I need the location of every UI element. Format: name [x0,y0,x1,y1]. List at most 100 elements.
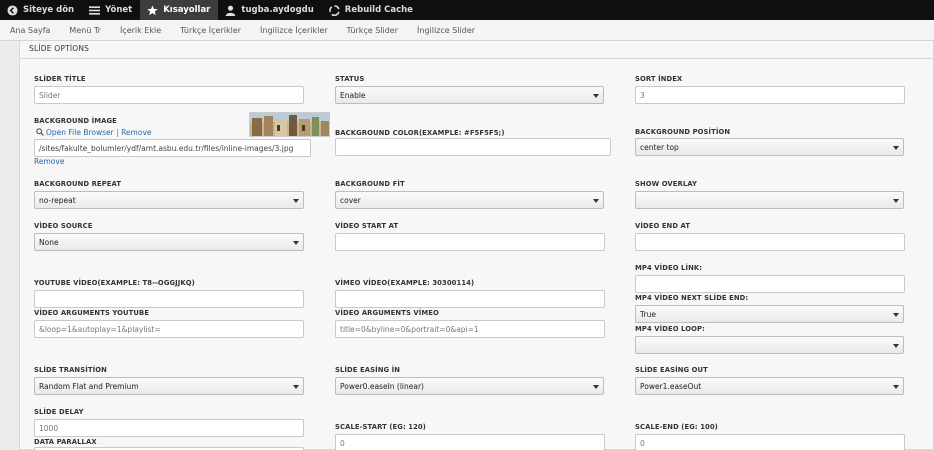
mp4-link-input[interactable] [635,275,905,293]
toolbar-user[interactable]: tugba.aydogdu [218,0,321,20]
toolbar-item-label: Kısayollar [163,5,211,15]
background-repeat-select[interactable]: no-repeat [34,191,304,209]
vimeo-video-input[interactable] [335,290,605,308]
scale-end-label: SCALE-END (EG: 100) [635,423,718,431]
chevron-down-icon [593,385,599,389]
slider-title-label: SLİDER TİTLE [34,75,86,83]
content-area: SLİDE OPTİONS SLİDER TİTLE Slider STATUS… [0,41,934,450]
sort-index-input[interactable]: 3 [635,86,905,104]
status-select[interactable]: Enable [335,86,604,104]
mp4-link-label: MP4 VİDEO LİNK: [635,264,703,272]
shortcut-menu-tr[interactable]: Menü Tr [69,26,101,35]
chevron-down-icon [893,344,899,348]
shortcuts-bar: Ana Sayfa Menü Tr İçerik Ekle Türkçe İçe… [0,20,934,41]
toolbar-manage[interactable]: Yönet [82,0,140,20]
video-end-label: VİDEO END AT [635,222,691,230]
background-position-select[interactable]: center top [635,138,904,156]
open-file-browser-link[interactable]: Open File Browser | Remove [36,128,152,137]
link-separator: | [116,128,119,137]
slider-title-input[interactable]: Slider [34,86,304,104]
youtube-video-input[interactable] [34,290,304,308]
video-args-vimeo-label: VİDEO ARGUMENTS VİMEO [335,309,439,317]
easing-in-select[interactable]: Power0.easeIn (linear) [335,377,604,395]
chevron-down-icon [893,385,899,389]
mp4-loop-label: MP4 VİDEO LOOP: [635,325,705,333]
toolbar-item-label: Rebuild Cache [344,5,413,15]
shortcut-home[interactable]: Ana Sayfa [10,26,50,35]
youtube-video-label: YOUTUBE VİDEO(EXAMPLE: T8--OGGJJKQ) [34,279,195,287]
magnifier-icon [36,128,44,136]
slide-delay-input[interactable]: 1000 [34,419,304,437]
admin-toolbar: Siteye dön Yönet Kısayollar tugba.aydogd… [0,0,934,20]
sort-index-label: SORT İNDEX [635,75,683,83]
shortcut-turkish-slider[interactable]: Türkçe Slider [347,26,398,35]
show-overlay-select[interactable] [635,191,904,209]
background-position-value: center top [640,142,679,152]
video-end-input[interactable] [635,233,905,251]
easing-out-label: SLİDE EASİNG OUT [635,366,708,374]
background-fit-select[interactable]: cover [335,191,604,209]
video-source-select[interactable]: None [34,233,304,251]
background-color-input[interactable] [335,138,611,156]
chevron-down-icon [893,199,899,203]
mp4-next-slide-end-value: True [640,309,656,319]
video-source-label: VİDEO SOURCE [34,222,93,230]
background-repeat-value: no-repeat [39,195,76,205]
shortcut-english-content[interactable]: İngilizce İçerikler [260,26,328,35]
scale-start-input[interactable]: 0 [335,434,605,450]
toolbar-shortcuts[interactable]: Kısayollar [140,0,219,20]
recycle-icon [329,4,340,16]
scale-end-input[interactable]: 0 [635,434,905,450]
star-icon [147,4,158,16]
chevron-down-icon [293,199,299,203]
background-repeat-label: BACKGROUND REPEAT [34,180,122,188]
slide-delay-label: SLİDE DELAY [34,408,84,416]
background-image-path-input[interactable]: /sites/fakulte_bolumler/ydf/amt.asbu.edu… [34,139,311,157]
menu-icon [89,5,101,16]
toolbar-item-label: Yönet [105,5,133,15]
shortcut-turkish-content[interactable]: Türkçe İçerikler [180,26,241,35]
open-file-browser-text: Open File Browser [46,128,114,137]
background-image-thumbnail [249,112,330,137]
slide-options-fieldset: SLİDE OPTİONS SLİDER TİTLE Slider STATUS… [19,41,934,450]
mp4-loop-select[interactable] [635,336,904,354]
remove-image-link[interactable]: Remove [34,157,64,166]
chevron-down-icon [293,241,299,245]
status-value: Enable [340,90,366,100]
back-circle-icon [7,4,18,16]
scale-start-label: SCALE-START (EG: 120) [335,423,426,431]
video-args-youtube-input[interactable]: &loop=1&autoplay=1&playlist= [34,320,304,338]
chevron-down-icon [893,146,899,150]
slide-transition-value: Random Flat and Premium [39,381,139,391]
chevron-down-icon [293,385,299,389]
easing-in-value: Power0.easeIn (linear) [340,381,424,391]
toolbar-rebuild-cache[interactable]: Rebuild Cache [322,0,421,20]
chevron-down-icon [593,199,599,203]
chevron-down-icon [893,313,899,317]
mp4-next-slide-end-label: MP4 VİDEO NEXT SLİDE END: [635,294,749,302]
remove-image-link-top[interactable]: Remove [121,128,151,137]
background-color-label: BACKGROUND COLOR(EXAMPLE: #F5F5F5;) [335,129,505,137]
toolbar-back-to-site[interactable]: Siteye dön [0,0,82,20]
background-fit-value: cover [340,195,361,205]
video-args-vimeo-input[interactable]: title=0&byline=0&portrait=0&api=1 [335,320,605,338]
shortcut-add-content[interactable]: İçerik Ekle [120,26,161,35]
shortcut-english-slider[interactable]: İngilizce Slider [417,26,475,35]
mp4-next-slide-end-select[interactable]: True [635,305,904,323]
vimeo-video-label: VİMEO VİDEO(EXAMPLE: 30300114) [335,279,475,287]
easing-out-select[interactable]: Power1.easeOut [635,377,904,395]
legend-divider [20,58,934,59]
video-start-label: VİDEO START AT [335,222,399,230]
status-label: STATUS [335,75,365,83]
video-start-input[interactable] [335,233,605,251]
show-overlay-label: SHOW OVERLAY [635,180,698,188]
toolbar-item-label: tugba.aydogdu [241,5,314,15]
slide-transition-select[interactable]: Random Flat and Premium [34,377,304,395]
toolbar-item-label: Siteye dön [23,5,75,15]
video-source-value: None [39,237,59,247]
user-icon [225,5,236,16]
background-fit-label: BACKGROUND FİT [335,180,405,188]
easing-out-value: Power1.easeOut [640,381,702,391]
slide-transition-label: SLİDE TRANSİTİON [34,366,107,374]
background-image-label: BACKGROUND İMAGE [34,117,117,125]
